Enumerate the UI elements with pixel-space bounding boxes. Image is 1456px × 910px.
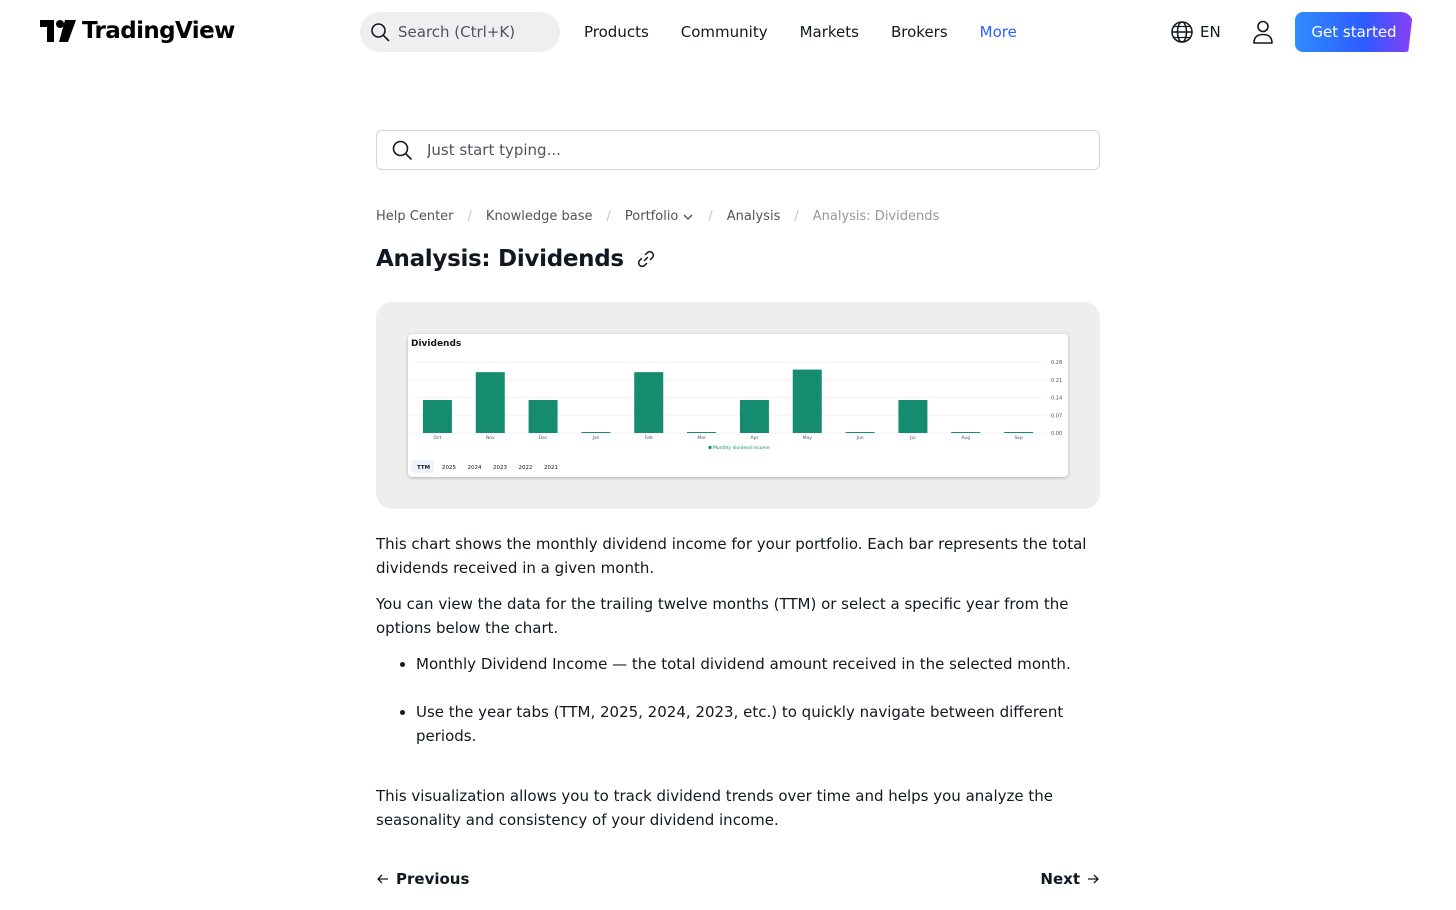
y-tick-label: 0.28 bbox=[1051, 360, 1062, 366]
page-title-row: Analysis: Dividends bbox=[376, 246, 656, 272]
nav-products[interactable]: Products bbox=[584, 20, 649, 44]
bar bbox=[581, 432, 611, 433]
breadcrumb-separator: / bbox=[467, 209, 472, 224]
list-item: Monthly Dividend Income — the total divi… bbox=[416, 652, 1100, 676]
year-tab[interactable]: TTM bbox=[417, 465, 430, 471]
bar bbox=[792, 369, 822, 433]
breadcrumb-separator: / bbox=[794, 209, 799, 224]
breadcrumb-analysis[interactable]: Analysis bbox=[727, 209, 781, 224]
nav-community[interactable]: Community bbox=[681, 20, 768, 44]
arrow-left-icon bbox=[377, 874, 388, 884]
year-tab[interactable]: 2022 bbox=[519, 465, 533, 471]
nav-more[interactable]: More bbox=[980, 20, 1017, 44]
next-link[interactable]: Next bbox=[1040, 870, 1100, 888]
x-tick-label: Feb bbox=[645, 435, 653, 441]
year-tab[interactable]: 2024 bbox=[468, 465, 482, 471]
tradingview-logo[interactable]: TradingView bbox=[40, 18, 235, 44]
x-tick-label: Dec bbox=[539, 435, 548, 441]
breadcrumb-knowledge-base[interactable]: Knowledge base bbox=[486, 209, 593, 224]
language-label: EN bbox=[1200, 23, 1221, 41]
header-search-label: Search (Ctrl+K) bbox=[398, 23, 516, 41]
site-header: TradingView Search (Ctrl+K) Products Com… bbox=[0, 0, 1456, 64]
previous-link[interactable]: Previous bbox=[376, 870, 469, 888]
next-label: Next bbox=[1040, 870, 1080, 888]
x-tick-label: Jun bbox=[856, 435, 864, 441]
search-icon bbox=[371, 23, 390, 42]
header-search-button[interactable]: Search (Ctrl+K) bbox=[360, 12, 560, 52]
x-tick-label: Jul bbox=[909, 435, 915, 441]
bar bbox=[687, 432, 717, 433]
legend-label: Monthly dividend income bbox=[713, 445, 770, 451]
help-search-input[interactable] bbox=[427, 141, 1067, 159]
year-tab[interactable]: 2023 bbox=[493, 465, 507, 471]
bar bbox=[739, 400, 769, 433]
article-paragraph: This chart shows the monthly dividend in… bbox=[376, 535, 1087, 577]
legend-swatch bbox=[708, 445, 712, 450]
nav-markets[interactable]: Markets bbox=[800, 20, 859, 44]
page-title: Analysis: Dividends bbox=[376, 246, 624, 272]
nav-brokers[interactable]: Brokers bbox=[891, 20, 948, 44]
x-tick-label: Nov bbox=[486, 435, 495, 441]
breadcrumb: Help Center / Knowledge base / Portfolio… bbox=[376, 209, 939, 224]
chart-figure: Dividends 0.28 0.21 0.14 0.07 0.00 Oct Nov Dec… bbox=[376, 302, 1100, 509]
chevron-down-icon bbox=[683, 214, 693, 220]
get-started-button[interactable]: Get started bbox=[1295, 12, 1413, 52]
bar bbox=[422, 400, 452, 433]
arrow-right-icon bbox=[1088, 874, 1099, 884]
article-body: This chart shows the monthly dividend in… bbox=[376, 532, 1100, 844]
globe-icon bbox=[1171, 21, 1193, 43]
x-tick-label: Oct bbox=[434, 435, 442, 441]
previous-label: Previous bbox=[396, 870, 470, 888]
breadcrumb-portfolio[interactable]: Portfolio bbox=[625, 209, 694, 224]
article-pager: Previous Next bbox=[376, 870, 1100, 892]
x-tick-label: Mar bbox=[697, 435, 706, 441]
breadcrumb-portfolio-label: Portfolio bbox=[624, 209, 679, 224]
y-tick-label: 0.14 bbox=[1051, 396, 1062, 402]
article-list: Monthly Dividend Income — the total divi… bbox=[416, 652, 1100, 748]
x-tick-label: Sep bbox=[1014, 435, 1023, 441]
article-paragraph: This visualization allows you to track d… bbox=[376, 787, 1053, 829]
breadcrumb-current: Analysis: Dividends bbox=[812, 209, 940, 224]
x-tick-label: May bbox=[803, 435, 813, 441]
logo-text: TradingView bbox=[82, 18, 235, 44]
year-tab[interactable]: 2025 bbox=[442, 465, 456, 471]
bar bbox=[528, 400, 558, 433]
bar bbox=[634, 372, 664, 433]
y-tick-label: 0.21 bbox=[1051, 378, 1062, 384]
y-tick-label: 0.00 bbox=[1051, 431, 1062, 437]
tradingview-logo-icon bbox=[40, 20, 76, 42]
user-icon[interactable] bbox=[1251, 19, 1275, 45]
breadcrumb-separator: / bbox=[708, 209, 713, 224]
search-icon bbox=[392, 140, 412, 160]
language-selector[interactable]: EN bbox=[1170, 20, 1221, 44]
bar bbox=[951, 432, 981, 433]
list-item: Use the year tabs (TTM, 2025, 2024, 2023… bbox=[416, 700, 1100, 748]
chart-title: Dividends bbox=[411, 339, 461, 349]
help-search-field[interactable] bbox=[376, 130, 1100, 170]
breadcrumb-separator: / bbox=[606, 209, 611, 224]
x-tick-label: Apr bbox=[751, 435, 759, 441]
year-tab[interactable]: 2021 bbox=[544, 465, 558, 471]
bar bbox=[845, 432, 875, 433]
bar bbox=[1004, 432, 1034, 433]
breadcrumb-help-center[interactable]: Help Center bbox=[376, 209, 454, 224]
article-paragraph: You can view the data for the trailing t… bbox=[376, 595, 1069, 637]
x-tick-label: Aug bbox=[961, 435, 970, 441]
bar bbox=[475, 372, 505, 433]
dividends-chart: Dividends 0.28 0.21 0.14 0.07 0.00 Oct Nov Dec… bbox=[411, 339, 1062, 473]
link-icon[interactable] bbox=[636, 249, 656, 269]
y-tick-label: 0.07 bbox=[1051, 413, 1062, 419]
main-nav: Products Community Markets Brokers More bbox=[584, 20, 1049, 44]
x-tick-label: Jan bbox=[591, 435, 599, 441]
bar bbox=[898, 400, 928, 433]
dividends-chart-card: Dividends 0.28 0.21 0.14 0.07 0.00 Oct Nov Dec… bbox=[408, 334, 1068, 477]
